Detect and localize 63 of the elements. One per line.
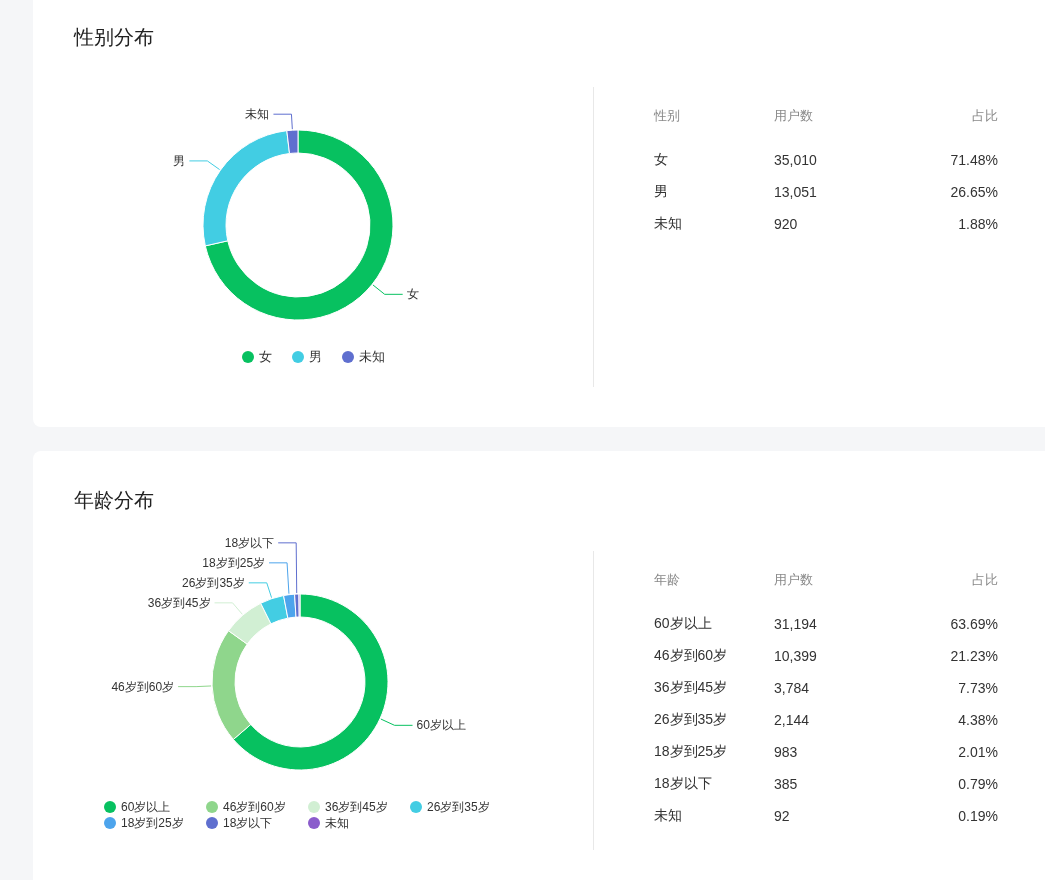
table-cell-text: 18岁以下	[654, 775, 713, 793]
table-cell-text: 31,194	[774, 616, 818, 632]
table-cell-text: 女	[654, 151, 669, 169]
section-title: 年龄分布	[74, 488, 154, 513]
leader-line	[372, 284, 404, 295]
legend-item[interactable]: 未知	[341, 347, 385, 367]
table-cell-text: 63.69%	[949, 616, 998, 632]
legend-item[interactable]: 60岁以上	[104, 799, 206, 815]
legend-item[interactable]: 46岁到60岁	[206, 799, 308, 815]
section-title: 性别分布	[74, 25, 154, 50]
legend-item[interactable]: 18岁到25岁	[104, 815, 206, 831]
legend-item[interactable]: 36岁到45岁	[308, 799, 410, 815]
column-header: 年龄	[654, 571, 681, 589]
table-cell-text: 未知	[654, 807, 683, 825]
slice-label: 60岁以上	[416, 718, 466, 733]
column-header: 占比	[971, 107, 998, 125]
table-cell-text: 21.23%	[949, 648, 998, 664]
legend-item[interactable]: 未知	[308, 815, 410, 831]
table-cell-text: 7.73%	[957, 680, 998, 696]
leader-line	[188, 160, 221, 171]
table-cell-text: 920	[774, 216, 799, 232]
table-cell-text: 26.65%	[949, 184, 998, 200]
leader-line	[214, 602, 243, 615]
table-cell-text: 10,399	[774, 648, 818, 664]
slice-label: 女	[406, 287, 419, 302]
legend-item[interactable]: 女	[241, 347, 272, 367]
slice-label: 46岁到60岁	[111, 679, 175, 694]
table-cell-text: 983	[774, 744, 799, 760]
leader-line	[272, 113, 293, 130]
table-cell-text: 3,784	[774, 680, 811, 696]
table-cell-text: 4.38%	[957, 712, 998, 728]
legend-item[interactable]: 26岁到35岁	[410, 799, 512, 815]
slice-label: 18岁到25岁	[202, 555, 266, 570]
slice-label: 未知	[245, 107, 270, 122]
slice-label: 男	[173, 153, 186, 168]
column-header: 性别	[654, 107, 681, 125]
column-header: 占比	[971, 571, 998, 589]
table-cell-text: 2.01%	[957, 744, 998, 760]
table-cell-text: 60岁以上	[654, 615, 713, 633]
legend-item[interactable]: 18岁以下	[206, 815, 308, 831]
slice-label: 18岁以下	[224, 535, 275, 550]
leader-line	[177, 685, 212, 688]
legend-item[interactable]: 男	[291, 347, 322, 367]
slice-label: 36岁到45岁	[147, 595, 211, 610]
table-cell-text: 1.88%	[957, 216, 998, 232]
table-cell-text: 0.79%	[957, 776, 998, 792]
table-cell-text: 0.19%	[957, 808, 998, 824]
table-cell-text: 未知	[654, 215, 683, 233]
table-cell-text: 92	[774, 808, 791, 824]
table-cell-text: 26岁到35岁	[654, 711, 729, 729]
slice-label: 26岁到35岁	[182, 575, 245, 590]
table-cell-text: 71.48%	[949, 152, 998, 168]
table-cell-text: 36岁到45岁	[654, 679, 729, 697]
table-cell-text: 18岁到25岁	[654, 743, 729, 761]
table-cell-text: 46岁到60岁	[654, 647, 729, 665]
column-header: 用户数	[774, 571, 814, 589]
column-header: 用户数	[774, 107, 814, 125]
leader-line	[380, 718, 414, 726]
table-cell-text: 385	[774, 776, 799, 792]
table-cell-text: 13,051	[774, 184, 818, 200]
table-cell-text: 男	[654, 183, 669, 201]
table-cell-text: 2,144	[774, 712, 811, 728]
table-cell-text: 35,010	[774, 152, 818, 168]
